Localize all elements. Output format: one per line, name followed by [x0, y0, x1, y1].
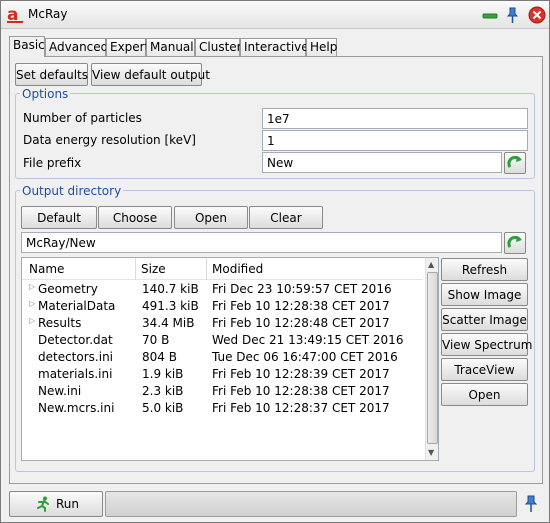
file-size: 804 B: [142, 350, 177, 364]
tab-cluster[interactable]: Cluster: [195, 38, 242, 56]
expand-arrow-icon[interactable]: ▷: [29, 316, 35, 325]
energy-resolution-input[interactable]: [262, 130, 528, 151]
file-list-row[interactable]: materials.ini 1.9 kiB Fri Feb 10 12:28:3…: [22, 366, 423, 383]
file-name: New.ini: [38, 384, 82, 398]
scrollbar-thumb[interactable]: [427, 272, 438, 444]
particles-label: Number of particles: [23, 111, 142, 125]
file-name: detectors.ini: [38, 350, 114, 364]
particles-input[interactable]: [262, 108, 528, 129]
file-list-row[interactable]: ▷ Results 34.4 MiB Fri Feb 10 12:28:48 C…: [22, 315, 423, 332]
file-list-row[interactable]: detectors.ini 804 B Tue Dec 06 16:47:00 …: [22, 349, 423, 366]
file-prefix-label: File prefix: [23, 156, 82, 170]
set-defaults-button[interactable]: Set defaults: [15, 63, 88, 86]
file-list-row[interactable]: ▷ Geometry 140.7 kiB Fri Dec 23 10:59:57…: [22, 281, 423, 298]
column-modified-header[interactable]: Modified: [212, 262, 263, 276]
file-modified: Fri Feb 10 12:28:37 CET 2017: [212, 401, 390, 415]
running-man-icon: [37, 496, 49, 512]
file-list-row[interactable]: New.mcrs.ini 5.0 kiB Fri Feb 10 12:28:37…: [22, 400, 423, 417]
minimize-icon[interactable]: [481, 6, 499, 24]
tab-manual[interactable]: Manual: [146, 38, 195, 56]
expand-arrow-icon[interactable]: ▷: [29, 299, 35, 308]
run-button-label: Run: [56, 497, 80, 511]
open-file-button[interactable]: Open: [441, 383, 528, 406]
path-refresh-button[interactable]: [504, 232, 526, 254]
expand-arrow-icon[interactable]: ▷: [29, 282, 35, 291]
tab-advanced[interactable]: Advanced: [45, 38, 108, 56]
column-size-header[interactable]: Size: [141, 262, 166, 276]
file-list-row[interactable]: New.ini 2.3 kiB Fri Feb 10 12:28:38 CET …: [22, 383, 423, 400]
file-prefix-input[interactable]: [262, 152, 502, 173]
file-list-scrollbar[interactable]: ▲ ▼: [425, 258, 438, 460]
column-separator: [135, 258, 136, 280]
app-logo-icon: a: [7, 5, 23, 25]
file-size: 70 B: [142, 333, 170, 347]
column-name-header[interactable]: Name: [29, 262, 64, 276]
open-dir-button[interactable]: Open: [174, 206, 248, 229]
file-name: MaterialData: [38, 299, 116, 313]
pin-icon[interactable]: [503, 6, 521, 24]
file-size: 140.7 kiB: [142, 282, 199, 296]
refresh-icon: [507, 235, 522, 248]
show-image-button[interactable]: Show Image: [441, 283, 528, 306]
file-size: 2.3 kiB: [142, 384, 184, 398]
file-size: 1.9 kiB: [142, 367, 184, 381]
traceview-button[interactable]: TraceView: [441, 358, 528, 381]
file-size: 491.3 kiB: [142, 299, 199, 313]
scatter-image-button[interactable]: Scatter Image: [441, 308, 528, 331]
app-window: a McRay Basic Advanced Expert Manual Clu…: [0, 0, 550, 523]
prefix-refresh-button[interactable]: [504, 152, 526, 174]
file-modified: Fri Feb 10 12:28:48 CET 2017: [212, 316, 390, 330]
file-modified: Wed Dec 21 13:49:15 CET 2016: [212, 333, 404, 347]
file-name: New.mcrs.ini: [38, 401, 115, 415]
tab-basic[interactable]: Basic: [9, 36, 45, 57]
file-size: 5.0 kiB: [142, 401, 184, 415]
refresh-icon: [507, 155, 522, 168]
options-group-title: Options: [20, 87, 71, 101]
energy-resolution-label: Data energy resolution [keV]: [23, 133, 196, 147]
column-separator: [206, 258, 207, 280]
default-dir-button[interactable]: Default: [21, 206, 97, 229]
run-button[interactable]: Run: [9, 491, 103, 517]
file-list-row[interactable]: ▷ MaterialData 491.3 kiB Fri Feb 10 12:2…: [22, 298, 423, 315]
file-modified: Fri Feb 10 12:28:38 CET 2017: [212, 299, 390, 313]
close-icon[interactable]: [528, 6, 546, 24]
file-name: Geometry: [38, 282, 98, 296]
progress-bar: [105, 491, 517, 517]
scroll-up-arrow-icon[interactable]: ▲: [428, 260, 434, 269]
view-default-output-button[interactable]: View default output: [91, 63, 210, 86]
choose-dir-button[interactable]: Choose: [98, 206, 172, 229]
file-list-header: Name Size Modified: [22, 258, 423, 280]
output-path-input[interactable]: [21, 232, 502, 253]
pin-icon[interactable]: [523, 495, 539, 513]
file-list-row[interactable]: Detector.dat 70 B Wed Dec 21 13:49:15 CE…: [22, 332, 423, 349]
scroll-down-arrow-icon[interactable]: ▼: [428, 448, 434, 457]
file-size: 34.4 MiB: [142, 316, 195, 330]
tab-interactive[interactable]: Interactive: [240, 38, 309, 56]
file-modified: Tue Dec 06 16:47:00 CET 2016: [212, 350, 398, 364]
file-modified: Fri Feb 10 12:28:38 CET 2017: [212, 384, 390, 398]
tab-expert[interactable]: Expert: [106, 38, 149, 56]
view-spectrum-button[interactable]: View Spectrum: [441, 333, 532, 356]
refresh-button[interactable]: Refresh: [441, 258, 528, 281]
output-directory-title: Output directory: [20, 184, 124, 198]
title-bar[interactable]: a McRay: [1, 1, 549, 29]
window-title: McRay: [28, 7, 68, 21]
clear-dir-button[interactable]: Clear: [249, 206, 323, 229]
file-modified: Fri Feb 10 12:28:39 CET 2017: [212, 367, 390, 381]
file-list[interactable]: Name Size Modified ▷ Geometry 140.7 kiB …: [21, 257, 439, 461]
file-name: materials.ini: [38, 367, 113, 381]
tab-help[interactable]: Help: [306, 38, 337, 56]
file-name: Detector.dat: [38, 333, 113, 347]
file-name: Results: [38, 316, 82, 330]
file-modified: Fri Dec 23 10:59:57 CET 2016: [212, 282, 392, 296]
